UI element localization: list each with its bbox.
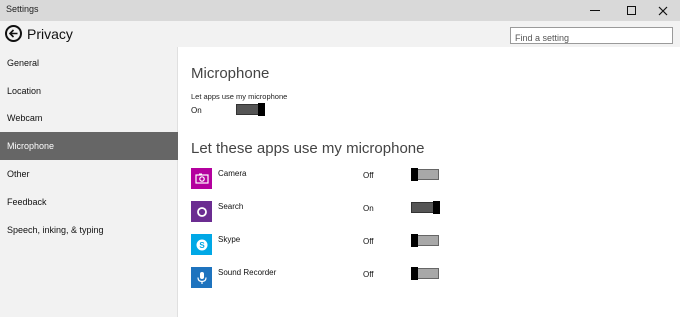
apps-heading: Let these apps use my microphone xyxy=(191,140,425,157)
minimize-button[interactable] xyxy=(578,0,612,21)
search-box[interactable] xyxy=(510,27,673,46)
title-bar: Settings xyxy=(0,0,680,21)
app-row-sound-recorder: Sound Recorder Off xyxy=(191,267,671,291)
sidebar-item-other[interactable]: Other xyxy=(0,160,178,188)
minimize-icon xyxy=(590,10,600,11)
app-toggle-state: On xyxy=(363,204,374,213)
app-row-camera: Camera Off xyxy=(191,168,671,192)
master-toggle-switch[interactable] xyxy=(236,103,265,116)
sidebar-item-label: Microphone xyxy=(7,141,55,151)
sidebar: General Location Webcam Microphone Other… xyxy=(0,47,178,317)
close-icon xyxy=(658,6,668,15)
maximize-button[interactable] xyxy=(614,0,648,21)
maximize-icon xyxy=(626,6,636,15)
toggle-knob xyxy=(411,234,418,247)
main-content: Microphone Let apps use my microphone On… xyxy=(178,47,680,317)
sidebar-item-label: Webcam xyxy=(7,113,43,123)
app-toggle-search[interactable] xyxy=(411,201,440,214)
app-name: Search xyxy=(218,202,244,211)
master-toggle-label: Let apps use my microphone xyxy=(191,92,288,101)
app-row-search: Search On xyxy=(191,201,671,225)
app-name: Sound Recorder xyxy=(218,268,277,277)
app-toggle-state: Off xyxy=(363,171,374,180)
app-toggle-state: Off xyxy=(363,237,374,246)
search-app-icon xyxy=(191,201,212,222)
app-toggle-state: Off xyxy=(363,270,374,279)
back-arrow-icon xyxy=(8,29,18,38)
microphone-icon xyxy=(191,267,212,288)
svg-text:S: S xyxy=(199,241,205,250)
sidebar-item-label: Location xyxy=(7,86,42,96)
sidebar-item-feedback[interactable]: Feedback xyxy=(0,188,178,216)
window-title: Settings xyxy=(6,4,39,14)
toggle-knob xyxy=(258,103,265,116)
sidebar-item-label: General xyxy=(7,58,40,68)
app-row-skype: S Skype Off xyxy=(191,234,671,258)
search-input[interactable] xyxy=(511,30,672,46)
app-name: Skype xyxy=(218,235,241,244)
camera-icon xyxy=(191,168,212,189)
skype-icon: S xyxy=(191,234,212,255)
sidebar-item-label: Speech, inking, & typing xyxy=(7,225,104,235)
toggle-knob xyxy=(433,201,440,214)
app-name: Camera xyxy=(218,169,247,178)
close-button[interactable] xyxy=(646,0,680,21)
toggle-knob xyxy=(411,168,418,181)
app-toggle-skype[interactable] xyxy=(411,234,439,247)
app-toggle-sound-recorder[interactable] xyxy=(411,267,439,280)
sidebar-item-microphone[interactable]: Microphone xyxy=(0,132,178,160)
app-toggle-camera[interactable] xyxy=(411,168,439,181)
toggle-knob xyxy=(411,267,418,280)
section-heading: Microphone xyxy=(191,65,270,82)
back-button[interactable] xyxy=(5,25,22,42)
sidebar-item-label: Feedback xyxy=(7,197,47,207)
page-title: Privacy xyxy=(27,26,73,42)
master-toggle-state: On xyxy=(191,106,202,115)
sidebar-item-label: Other xyxy=(7,169,30,179)
sidebar-item-location[interactable]: Location xyxy=(0,77,178,105)
sidebar-item-webcam[interactable]: Webcam xyxy=(0,104,178,132)
sidebar-item-general[interactable]: General xyxy=(0,49,178,77)
sidebar-item-speech[interactable]: Speech, inking, & typing xyxy=(0,216,178,244)
